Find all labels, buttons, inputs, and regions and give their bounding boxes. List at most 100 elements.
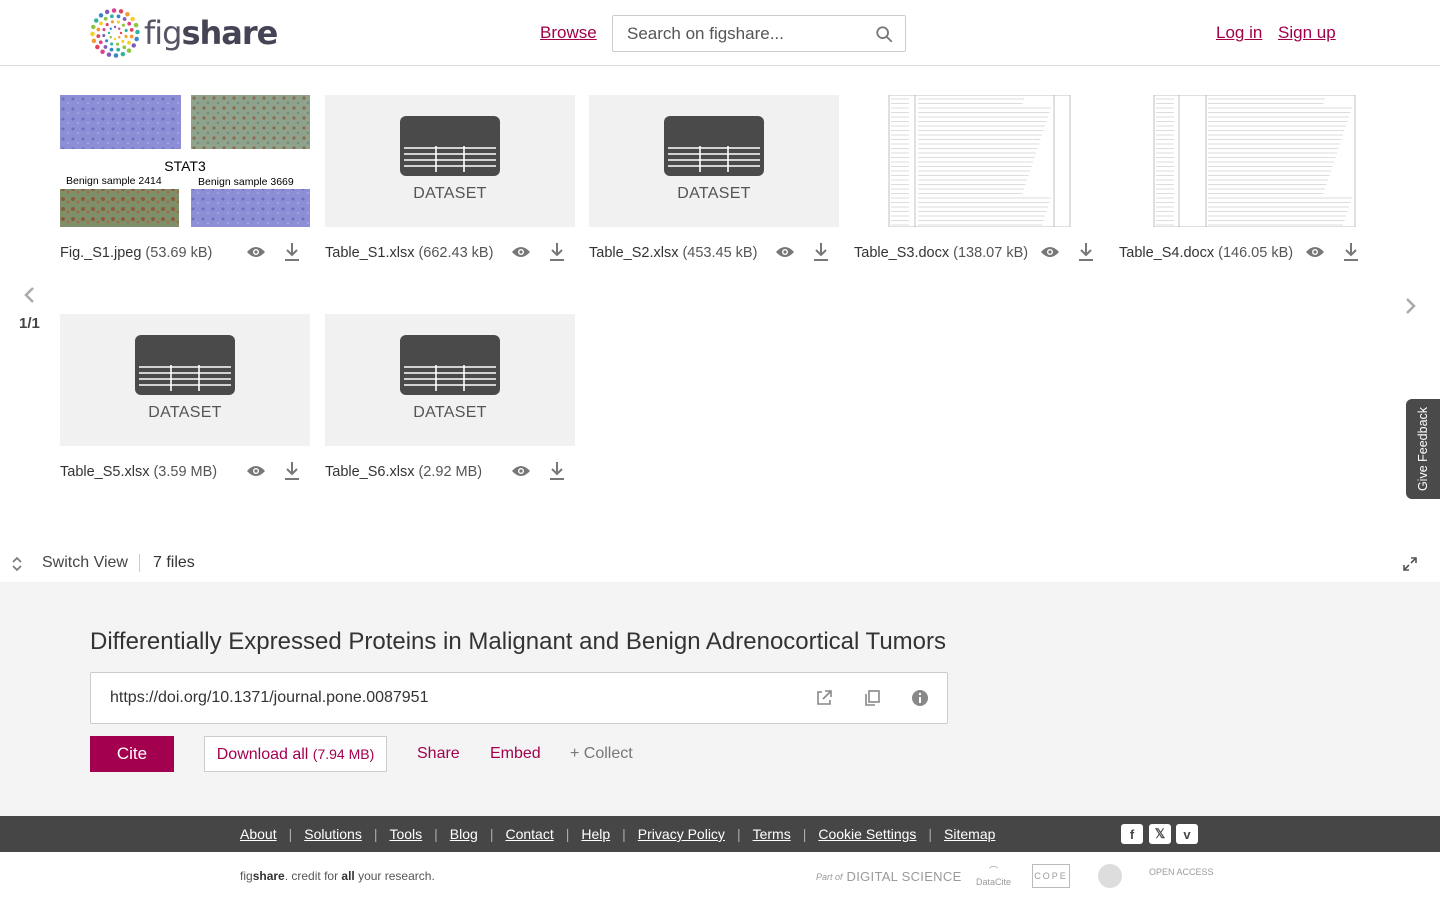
footer-link-help[interactable]: Help [581, 826, 610, 842]
download-icon[interactable] [1342, 242, 1360, 262]
footer-link-terms[interactable]: Terms [753, 826, 791, 842]
document-thumbnail[interactable] [1119, 95, 1369, 227]
dataset-thumbnail[interactable]: DATASET [60, 314, 310, 446]
file-caption: Table_S6.xlsx (2.92 MB) [325, 460, 575, 484]
file-caption: Table_S2.xlsx (453.45 kB) [589, 241, 839, 265]
dataset-label: DATASET [677, 185, 751, 202]
eye-icon[interactable] [246, 463, 266, 479]
file-size: (2.92 MB) [418, 464, 483, 480]
dataset-table-icon [400, 116, 500, 176]
digital-science-logo[interactable]: Part of DIGITAL SCIENCE [816, 869, 962, 884]
dataset-thumbnail[interactable]: DATASET [325, 314, 575, 446]
footer-link-contact[interactable]: Contact [505, 826, 553, 842]
dataset-table-icon [135, 335, 235, 395]
eye-icon[interactable] [246, 244, 266, 260]
footer-link-solutions[interactable]: Solutions [304, 826, 362, 842]
vimeo-icon[interactable]: v [1176, 824, 1198, 844]
fullscreen-icon[interactable] [1402, 556, 1418, 572]
image-thumbnail[interactable]: STAT3 Benign sample 2414 Benign sample 3… [60, 95, 310, 227]
dataset-thumbnail[interactable]: DATASET [589, 95, 839, 227]
footer-link-sitemap[interactable]: Sitemap [944, 826, 995, 842]
image-label-left: Benign sample 2414 [66, 175, 162, 187]
document-thumbnail[interactable] [854, 95, 1104, 227]
image-heading: STAT3 [164, 158, 206, 174]
file-tile[interactable]: DATASET Table_S6.xlsx (2.92 MB) [325, 314, 575, 484]
footer-link-privacy[interactable]: Privacy Policy [638, 826, 725, 842]
browse-link[interactable]: Browse [540, 23, 597, 43]
share-button[interactable]: Share [417, 745, 460, 763]
document-preview [1153, 95, 1356, 227]
page-title: Differentially Expressed Proteins in Mal… [90, 628, 947, 655]
eye-icon[interactable] [1040, 244, 1060, 260]
file-caption: Table_S5.xlsx (3.59 MB) [60, 460, 310, 484]
dataset-label: DATASET [413, 404, 487, 421]
x-twitter-icon[interactable]: 𝕏 [1149, 824, 1171, 844]
footer-links: About | Solutions | Tools | Blog | Contact | … [240, 826, 996, 842]
file-size: (662.43 kB) [418, 245, 494, 261]
footer-link-about[interactable]: About [240, 826, 277, 842]
search-icon[interactable] [875, 25, 893, 43]
login-link[interactable]: Log in [1216, 23, 1262, 43]
chevron-right-icon[interactable] [1400, 296, 1420, 316]
seal-logo-icon[interactable] [1098, 864, 1122, 888]
file-caption: Fig._S1.jpeg (53.69 kB) [60, 241, 310, 265]
image-label-right: Benign sample 3669 [198, 176, 294, 188]
dataset-thumbnail[interactable]: DATASET [325, 95, 575, 227]
feedback-label: Give Feedback [1416, 406, 1430, 492]
footer-bottom: figshare. credit for all your research. … [0, 852, 1440, 900]
give-feedback-tab[interactable]: Give Feedback [1406, 399, 1440, 499]
file-tile[interactable]: DATASET Table_S5.xlsx (3.59 MB) [60, 314, 310, 484]
cope-logo[interactable]: COPE [1032, 864, 1070, 888]
file-name: Table_S4.docx [1119, 245, 1215, 261]
footer-link-cookies[interactable]: Cookie Settings [818, 826, 916, 842]
download-icon[interactable] [283, 242, 301, 262]
file-viewer: 1/1 STAT3 Benign sample 2414 Benign samp… [0, 66, 1440, 582]
search-box [612, 15, 906, 52]
cite-button[interactable]: Cite [90, 736, 174, 772]
figshare-logo-icon [90, 8, 140, 58]
chevron-left-icon[interactable] [20, 285, 40, 305]
switch-view-icon[interactable] [10, 556, 24, 572]
file-tile[interactable]: DATASET Table_S1.xlsx (662.43 kB) [325, 95, 575, 265]
doi-link[interactable]: https://doi.org/10.1371/journal.pone.008… [110, 689, 428, 707]
footer-nav: About | Solutions | Tools | Blog | Contact | … [0, 816, 1440, 852]
dataset-table-icon [664, 116, 764, 176]
eye-icon[interactable] [775, 244, 795, 260]
view-toolbar: Switch View 7 files [0, 546, 1440, 582]
download-icon[interactable] [548, 242, 566, 262]
file-size: (3.59 MB) [153, 464, 218, 480]
download-icon[interactable] [548, 461, 566, 481]
footer-link-blog[interactable]: Blog [450, 826, 478, 842]
file-tile[interactable]: Table_S4.docx (146.05 kB) [1119, 95, 1369, 265]
dataset-table-icon [400, 335, 500, 395]
divider [139, 554, 140, 572]
eye-icon[interactable] [511, 244, 531, 260]
download-icon[interactable] [283, 461, 301, 481]
facebook-icon[interactable]: f [1121, 824, 1143, 844]
file-tile[interactable]: STAT3 Benign sample 2414 Benign sample 3… [60, 95, 310, 265]
eye-icon[interactable] [1305, 244, 1325, 260]
eye-icon[interactable] [511, 463, 531, 479]
file-tile[interactable]: DATASET Table_S2.xlsx (453.45 kB) [589, 95, 839, 265]
external-link-icon[interactable] [815, 689, 833, 707]
download-icon[interactable] [1077, 242, 1095, 262]
copy-icon[interactable] [863, 689, 881, 707]
file-size: (146.05 kB) [1218, 245, 1294, 261]
open-access-logo[interactable]: OPEN ACCESS [1149, 867, 1214, 877]
download-icon[interactable] [812, 242, 830, 262]
footer-tagline: figshare. credit for all your research. [240, 869, 435, 883]
datacite-logo[interactable]: ⌒ DataCite [976, 864, 1011, 887]
file-size: (138.07 kB) [953, 245, 1029, 261]
search-input[interactable] [627, 23, 867, 44]
download-all-button[interactable]: Download all (7.94 MB) [204, 736, 387, 772]
embed-button[interactable]: Embed [490, 745, 541, 763]
dataset-label: DATASET [148, 404, 222, 421]
collect-button[interactable]: + Collect [570, 745, 633, 763]
switch-view-button[interactable]: Switch View [42, 554, 128, 572]
signup-link[interactable]: Sign up [1278, 23, 1336, 43]
footer-link-tools[interactable]: Tools [389, 826, 422, 842]
file-caption: Table_S4.docx (146.05 kB) [1119, 241, 1369, 265]
file-tile[interactable]: Table_S3.docx (138.07 kB) [854, 95, 1104, 265]
info-icon[interactable] [911, 689, 929, 707]
figshare-logo[interactable]: figshare [90, 7, 278, 59]
